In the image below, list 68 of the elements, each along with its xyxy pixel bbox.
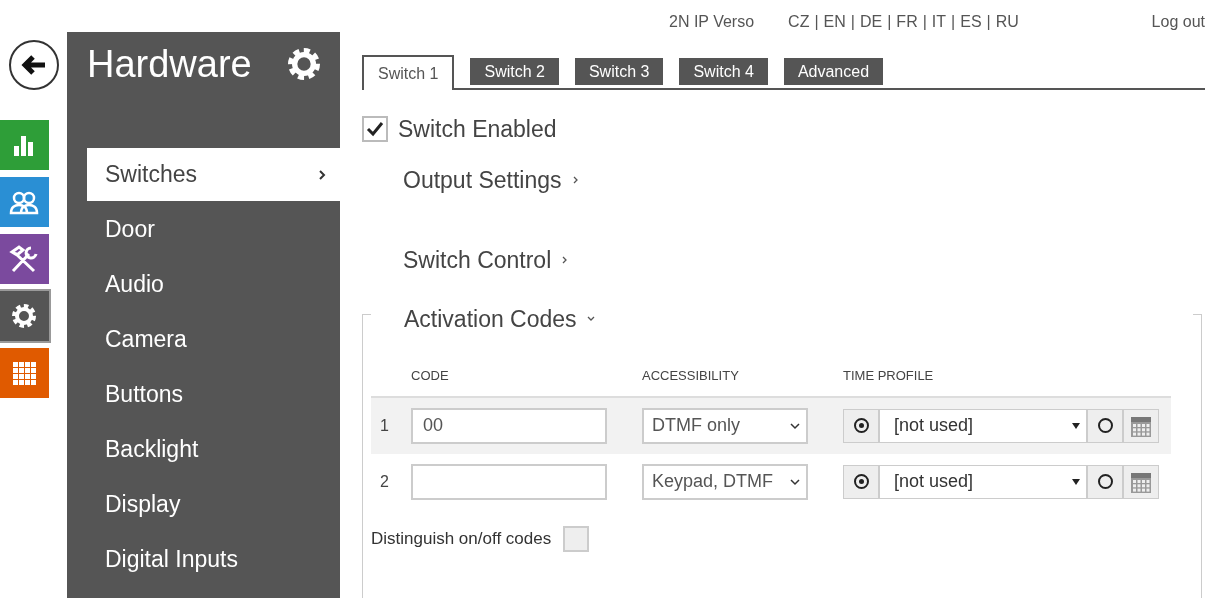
language-link[interactable]: IT — [931, 10, 947, 34]
column-header: CODE — [411, 367, 450, 385]
language-link[interactable]: ES — [960, 10, 982, 34]
tab[interactable]: Switch 3 — [574, 58, 664, 85]
accessibility-select[interactable]: DTMF only — [642, 407, 808, 444]
section-header[interactable]: Output Settings — [403, 162, 580, 197]
column-header: ACCESSIBILITY — [642, 367, 740, 385]
sidebar-item[interactable]: Camera — [87, 313, 340, 366]
radio-button[interactable] — [1087, 408, 1123, 443]
language-link[interactable]: RU — [995, 10, 1019, 34]
separator: | — [850, 12, 855, 32]
calendar-button[interactable] — [1123, 408, 1159, 443]
separator: | — [951, 12, 956, 32]
language-link[interactable]: DE — [859, 10, 883, 34]
sidebar-item[interactable]: Audio — [87, 258, 340, 311]
arrow-left-icon — [20, 54, 47, 76]
radio-button[interactable] — [843, 408, 879, 443]
sidebar-item[interactable]: Display — [87, 478, 340, 531]
app-tile[interactable] — [0, 348, 49, 398]
checkbox-label: Switch Enabled — [398, 115, 557, 144]
accessibility-select[interactable]: Keypad, DTMF — [642, 463, 808, 500]
language-link[interactable]: CZ — [788, 10, 810, 34]
calendar-button[interactable] — [1123, 464, 1159, 499]
chevron-right-icon — [571, 175, 580, 184]
checkbox-label: Distinguish on/off codes — [371, 527, 552, 550]
tab[interactable]: Switch 1 — [362, 55, 455, 90]
back-button[interactable] — [8, 40, 59, 90]
language-link[interactable]: FR — [896, 10, 918, 34]
hammer-wrench-icon — [8, 244, 39, 274]
chevron-down-icon — [790, 477, 800, 486]
time-profile-select[interactable]: [not used] — [879, 464, 1087, 499]
tab[interactable]: Switch 4 — [679, 58, 768, 85]
separator: | — [986, 12, 991, 32]
section-header[interactable]: Switch Control — [403, 243, 570, 278]
dropdown-arrow-icon — [1072, 478, 1080, 485]
logout-link[interactable]: Log out — [1151, 10, 1205, 34]
chevron-down-icon — [586, 314, 595, 323]
code-field[interactable]: 00 — [411, 407, 607, 444]
row-number: 2 — [379, 471, 390, 492]
sidebar-item[interactable]: Switches — [87, 148, 340, 201]
app-tile[interactable] — [0, 120, 49, 170]
column-header: TIME PROFILE — [843, 367, 934, 385]
row-number: 1 — [379, 415, 390, 436]
radio-button[interactable] — [843, 464, 879, 499]
checkbox[interactable] — [362, 116, 388, 143]
app-tile[interactable] — [0, 291, 49, 341]
code-field[interactable] — [411, 463, 607, 500]
time-profile-select[interactable]: [not used] — [879, 408, 1087, 443]
separator: | — [814, 12, 819, 32]
chevron-down-icon — [790, 421, 800, 430]
sidebar-item[interactable]: Door — [87, 203, 340, 256]
checkmark-icon — [366, 121, 384, 138]
sidebar-item[interactable]: Backlight — [87, 423, 340, 476]
sidebar-item[interactable]: Buttons — [87, 368, 340, 421]
app-tile[interactable] — [0, 177, 49, 227]
tab[interactable]: Advanced — [783, 58, 884, 85]
chevron-right-icon — [318, 169, 326, 180]
separator: | — [922, 12, 927, 32]
dropdown-arrow-icon — [1072, 422, 1080, 429]
separator: | — [887, 12, 892, 32]
sidebar-item[interactable]: Digital Inputs — [87, 533, 340, 586]
tab[interactable]: Switch 2 — [470, 58, 559, 85]
device-name: 2N IP Verso — [669, 12, 755, 32]
sidebar-title: Hardware — [87, 41, 252, 87]
checkbox[interactable] — [563, 525, 590, 552]
app-tile[interactable] — [0, 234, 49, 284]
radio-button[interactable] — [1087, 464, 1123, 499]
language-link[interactable]: EN — [823, 10, 846, 34]
